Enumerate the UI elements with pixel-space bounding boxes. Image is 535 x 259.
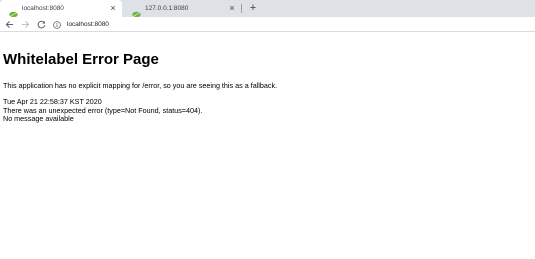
url-text: localhost:8080 xyxy=(67,21,109,28)
error-details: Tue Apr 21 22:58:37 KST 2020 There was a… xyxy=(3,97,533,124)
back-button[interactable] xyxy=(3,18,15,30)
spring-leaf-icon xyxy=(9,5,18,18)
error-status: There was an unexpected error (type=Not … xyxy=(3,105,203,115)
tab-title: localhost:8080 xyxy=(22,5,64,12)
tab-close-icon[interactable]: × xyxy=(226,4,238,13)
tab-close-icon[interactable]: × xyxy=(107,4,119,13)
page-title: Whitelabel Error Page xyxy=(3,51,159,68)
error-message: This application has no explicit mapping… xyxy=(3,81,278,90)
forward-arrow-icon xyxy=(21,20,29,28)
reload-button[interactable] xyxy=(35,18,47,30)
browser-toolbar: localhost:8080 xyxy=(0,17,535,32)
tab-strip: localhost:8080 × 127.0.0.1:8080 × + xyxy=(0,0,535,18)
address-bar[interactable]: localhost:8080 xyxy=(53,19,533,30)
tab-localhost[interactable]: localhost:8080 × xyxy=(0,0,122,18)
tab-separator xyxy=(241,4,242,13)
tab-title: 127.0.0.1:8080 xyxy=(145,5,189,12)
forward-button[interactable] xyxy=(19,18,31,30)
spring-leaf-icon xyxy=(132,5,141,18)
reload-icon xyxy=(37,20,45,28)
error-detail: No message available xyxy=(3,114,74,123)
back-arrow-icon xyxy=(5,20,13,28)
page-content: Whitelabel Error Page This application h… xyxy=(3,51,533,124)
tab-127-0-0-1[interactable]: 127.0.0.1:8080 × xyxy=(123,0,241,18)
info-icon[interactable] xyxy=(53,20,61,29)
new-tab-button[interactable]: + xyxy=(246,1,260,15)
